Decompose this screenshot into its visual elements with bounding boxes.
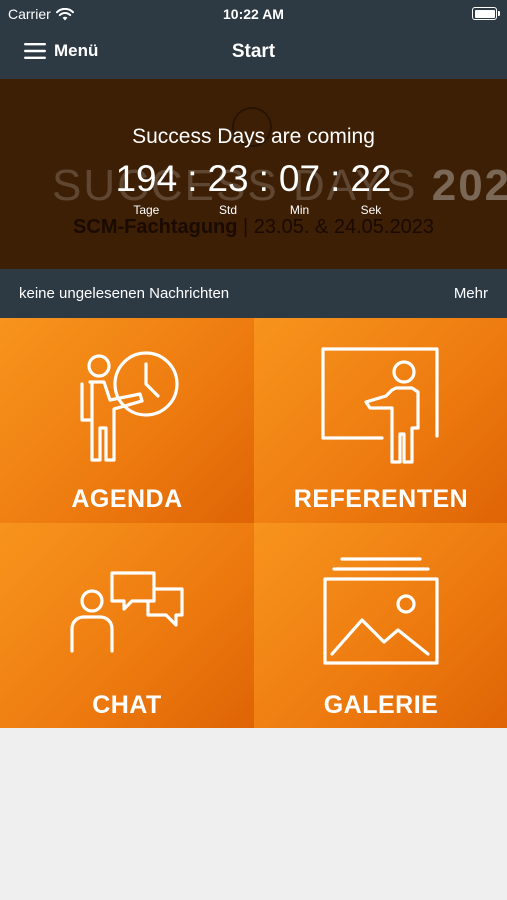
countdown-hours: 23 Std [207,158,249,218]
event-name: SCM-Fachtagung [73,216,238,238]
messages-status-text: keine ungelesenen Nachrichten [19,285,230,302]
countdown-headline: Success Days are coming [132,125,375,148]
countdown-hours-label: Std [219,203,238,217]
tile-agenda[interactable]: AGENDA [0,318,254,523]
countdown-days-value: 194 [115,158,178,199]
countdown-days-label: Tage [133,203,160,217]
status-time: 10:22 AM [223,6,284,22]
countdown-seconds-value: 22 [350,158,392,199]
menu-label: Menü [54,41,99,60]
tile-chat[interactable]: CHAT [0,523,254,728]
presenter-board-icon [321,347,439,464]
countdown-minutes: 07 Min [278,158,321,218]
countdown-seconds-label: Sek [360,203,382,217]
countdown-minutes-label: Min [289,203,310,217]
hamburger-icon [24,43,46,59]
countdown-seconds: 22 Sek [350,158,392,218]
presenter-clock-icon [80,351,179,462]
battery-icon [472,7,500,20]
messages-bar: keine ungelesenen Nachrichten Mehr [0,269,507,318]
countdown-separator: : [258,158,269,199]
event-info: SCM-Fachtagung | 23.05. & 24.05.2023 [0,216,507,239]
tile-agenda-label: AGENDA [71,485,183,513]
menu-button[interactable]: Menü [24,41,98,61]
countdown-separator: : [330,158,341,199]
tile-chat-label: CHAT [92,691,162,719]
countdown-days: 194 Tage [115,158,178,218]
gallery-icon [323,557,439,665]
countdown-minutes-value: 07 [278,158,321,199]
chat-person-icon [70,571,184,653]
countdown-separator: : [187,158,198,199]
tile-referenten[interactable]: REFERENTEN [254,318,507,523]
navigation-bar: Menü Start [0,28,507,79]
tile-galerie[interactable]: GALERIE [254,523,507,728]
event-dates: | 23.05. & 24.05.2023 [237,216,434,238]
countdown-hours-value: 23 [207,158,249,199]
countdown-timer: 194 Tage : 23 Std : 07 Min : 22 Sek [0,158,507,218]
more-messages-link[interactable]: Mehr [454,285,488,302]
tile-galerie-label: GALERIE [323,691,439,719]
countdown-banner[interactable]: SUCCESS DAYS 2023 Success Days are comin… [0,79,507,269]
status-bar: Carrier 10:22 AM [0,0,507,28]
tile-referenten-label: REFERENTEN [293,485,469,513]
